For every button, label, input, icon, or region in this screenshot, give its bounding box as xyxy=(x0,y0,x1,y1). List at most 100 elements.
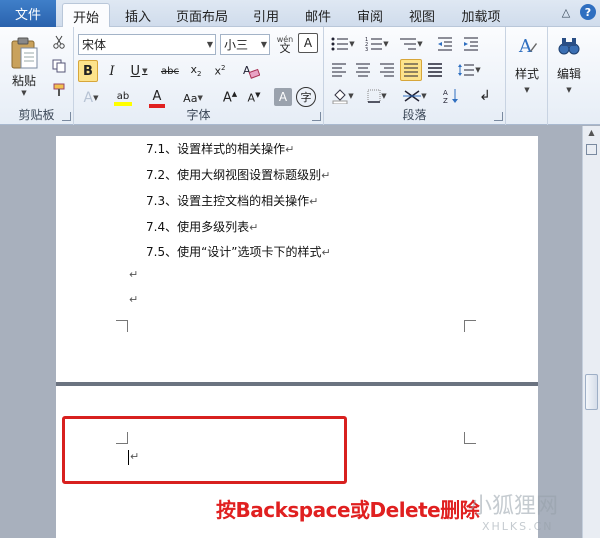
paragraph-mark: ↵ xyxy=(321,246,331,259)
character-border-button[interactable]: A xyxy=(298,33,318,53)
line-spacing-icon xyxy=(458,64,475,76)
increase-indent-button[interactable] xyxy=(460,33,482,55)
enclose-characters-icon: 字 xyxy=(300,91,312,104)
binoculars-icon xyxy=(558,38,580,55)
borders-icon xyxy=(367,89,381,103)
bullets-button[interactable]: ▼ xyxy=(328,33,358,55)
scissors-icon xyxy=(53,35,65,49)
chevron-down-icon: ▼ xyxy=(260,40,267,49)
tab-insert[interactable]: 插入 xyxy=(116,3,160,27)
tab-page-layout[interactable]: 页面布局 xyxy=(170,3,234,27)
align-center-icon xyxy=(356,63,370,77)
clear-formatting-icon: A xyxy=(243,64,260,79)
chevron-down-icon: ▼ xyxy=(206,40,213,49)
font-launcher-icon[interactable] xyxy=(312,112,321,121)
strikethrough-button[interactable]: abc xyxy=(158,60,182,82)
subscript-button[interactable]: x2 xyxy=(186,60,206,82)
superscript-button[interactable]: x2 xyxy=(210,60,230,82)
toc-line: 7.4、使用多级列表↵ xyxy=(146,220,259,234)
numbered-list-icon: 123 xyxy=(365,37,383,51)
paragraph-group: ▼ 123 ▼ ▼ ▼ ▼ ▼ ▼ A Z ↲ 段落 xyxy=(324,27,506,125)
character-border-icon: A xyxy=(303,36,313,50)
justify-button[interactable] xyxy=(400,59,422,81)
sort-button[interactable]: AZ xyxy=(440,85,462,107)
paragraph-mark: ↵ xyxy=(249,221,259,234)
svg-text:A: A xyxy=(443,89,448,97)
clipboard-launcher-icon[interactable] xyxy=(62,112,71,121)
character-shading-button[interactable]: A xyxy=(274,88,292,106)
multilevel-list-icon xyxy=(400,38,417,50)
ribbon-tab-bar: 文件 开始 插入 页面布局 引用 邮件 审阅 视图 加载项 △ ? xyxy=(0,0,600,28)
document-page-1[interactable]: 7.1、设置样式的相关操作↵ 7.2、使用大纲视图设置标题级别↵ 7.3、设置主… xyxy=(56,136,538,382)
vertical-scrollbar[interactable]: ▲ xyxy=(582,126,600,538)
decrease-indent-button[interactable] xyxy=(434,33,456,55)
italic-button[interactable]: I xyxy=(102,60,122,82)
ribbon-home: 粘贴 ▼ 剪贴板 宋体 ▼ 小三 ▼ wén 文 A B I U ▼ abc x… xyxy=(0,27,600,125)
tab-mailings[interactable]: 邮件 xyxy=(296,3,340,27)
cut-button[interactable] xyxy=(50,33,68,51)
underline-button[interactable]: U ▼ xyxy=(126,60,152,82)
shrink-font-icon: A▼ xyxy=(247,91,261,105)
paste-button[interactable]: 粘贴 ▼ xyxy=(4,31,44,101)
decrease-indent-icon xyxy=(438,37,452,51)
align-right-button[interactable] xyxy=(376,59,398,81)
watermark-en: XHLKS.CN xyxy=(482,520,554,533)
scroll-up-icon[interactable]: ▲ xyxy=(585,128,598,141)
numbering-button[interactable]: 123 ▼ xyxy=(362,33,392,55)
format-painter-button[interactable] xyxy=(50,81,68,99)
paragraph-group-label: 段落 xyxy=(402,108,427,122)
multilevel-list-button[interactable]: ▼ xyxy=(396,33,426,55)
paint-bucket-icon xyxy=(332,89,348,104)
change-case-icon: Aa xyxy=(183,91,198,105)
increase-indent-icon xyxy=(464,37,478,51)
font-size-combo[interactable]: 小三 ▼ xyxy=(220,34,270,55)
paragraph-launcher-icon[interactable] xyxy=(494,112,503,121)
styles-group: A 样式 ▼ xyxy=(506,27,548,125)
font-color-icon: A xyxy=(152,88,162,104)
bold-icon: B xyxy=(83,63,93,79)
sort-icon: AZ xyxy=(443,89,458,104)
tab-references[interactable]: 引用 xyxy=(244,3,288,27)
tab-file[interactable]: 文件 xyxy=(0,0,56,27)
tab-addins[interactable]: 加载项 xyxy=(454,3,508,27)
view-ruler-icon[interactable] xyxy=(586,144,597,155)
bullet-list-icon xyxy=(331,37,349,51)
bold-button[interactable]: B xyxy=(78,60,98,82)
align-center-button[interactable] xyxy=(352,59,374,81)
minimize-ribbon-icon[interactable]: △ xyxy=(558,4,574,20)
tab-view[interactable]: 视图 xyxy=(400,3,444,27)
tab-review[interactable]: 审阅 xyxy=(348,3,392,27)
scroll-thumb[interactable] xyxy=(585,374,598,410)
font-name-value: 宋体 xyxy=(82,38,107,52)
line-spacing-button[interactable]: ▼ xyxy=(454,59,484,81)
borders-button[interactable]: ▼ xyxy=(362,85,392,107)
show-formatting-button[interactable]: ↲ xyxy=(474,85,496,107)
clear-formatting-button[interactable]: A xyxy=(240,60,262,82)
phonetic-guide-button[interactable]: wén 文 xyxy=(274,33,296,55)
editing-button[interactable]: 编辑 ▼ xyxy=(550,33,588,117)
chevron-down-icon: ▼ xyxy=(21,88,27,97)
margin-corner-mark xyxy=(464,320,476,332)
format-painter-icon xyxy=(53,83,65,96)
styles-icon: A xyxy=(518,36,537,57)
enclose-characters-button[interactable]: 字 xyxy=(296,87,316,107)
styles-button[interactable]: A 样式 ▼ xyxy=(508,33,546,117)
shading-button[interactable]: ▼ xyxy=(328,85,358,107)
toc-line: 7.2、使用大纲视图设置标题级别↵ xyxy=(146,168,331,182)
tab-home[interactable]: 开始 xyxy=(62,3,110,28)
align-left-button[interactable] xyxy=(328,59,350,81)
help-icon[interactable]: ? xyxy=(580,4,596,20)
distributed-button[interactable] xyxy=(424,59,446,81)
chinese-layout-button[interactable]: ▼ xyxy=(400,85,430,107)
align-justify-icon xyxy=(404,63,418,77)
toc-line: 7.5、使用“设计”选项卡下的样式↵ xyxy=(146,245,331,259)
chinese-layout-icon xyxy=(403,90,422,102)
subscript-icon: x2 xyxy=(190,63,202,79)
copy-button[interactable] xyxy=(50,57,68,75)
character-shading-icon: A xyxy=(278,90,288,104)
clipboard-group: 粘贴 ▼ 剪贴板 xyxy=(0,27,74,125)
font-name-combo[interactable]: 宋体 ▼ xyxy=(78,34,216,55)
margin-corner-mark xyxy=(464,432,476,444)
text-effects-icon: A xyxy=(83,90,94,106)
align-right-icon xyxy=(380,63,394,77)
